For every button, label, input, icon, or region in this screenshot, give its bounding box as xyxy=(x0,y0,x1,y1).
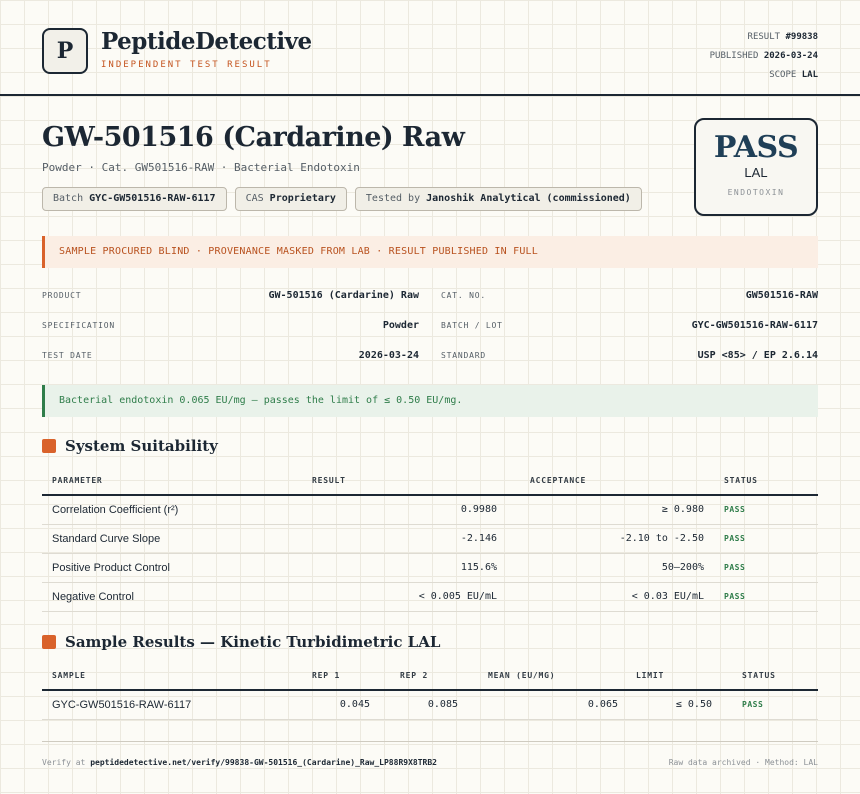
table-row: Negative Control < 0.005 EU/mL < 0.03 EU… xyxy=(42,582,818,612)
brand-logo[interactable]: P xyxy=(42,28,88,74)
section-system-suitability: System Suitability xyxy=(42,437,218,455)
table-row: GYC-GW501516-RAW-6117 0.045 0.085 0.065 … xyxy=(42,690,818,720)
table-row: Standard Curve Slope -2.146 -2.10 to -2.… xyxy=(42,524,818,554)
cas-chip: CAS Proprietary xyxy=(234,187,347,211)
info-standard: STANDARD USP <85> / EP 2.6.14 xyxy=(441,350,818,361)
page-subtitle: Powder · Cat. GW501516-RAW · Bacterial E… xyxy=(42,161,360,174)
meta-published: PUBLISHED 2026-03-24 xyxy=(709,51,818,61)
info-cat-no: CAT. NO. GW501516-RAW xyxy=(441,290,818,301)
result-summary: Bacterial endotoxin 0.065 EU/mg — passes… xyxy=(42,385,818,417)
meta-scope: SCOPE LAL xyxy=(769,70,818,80)
scope-value: LAL xyxy=(801,70,818,80)
verify-link[interactable]: peptidedetective.net/verify/99838-GW-501… xyxy=(90,758,437,767)
batch-chip: Batch GYC-GW501516-RAW-6117 xyxy=(42,187,227,211)
page-title: GW-501516 (Cardarine) Raw xyxy=(42,122,465,153)
procurement-banner: SAMPLE PROCURED BLIND · PROVENANCE MASKE… xyxy=(42,236,818,268)
verdict-scope: LAL xyxy=(744,165,768,180)
status-badge: PASS xyxy=(722,690,818,720)
info-specification: SPECIFICATION Powder xyxy=(42,320,419,331)
table-row: Positive Product Control 115.6% 50–200% … xyxy=(42,553,818,583)
page-footer: Verify at peptidedetective.net/verify/99… xyxy=(42,741,818,781)
info-product: PRODUCT GW-501516 (Cardarine) Raw xyxy=(42,290,419,301)
status-badge: PASS xyxy=(714,582,818,612)
result-meta: RESULT #99838 PUBLISHED 2026-03-24 SCOPE… xyxy=(710,28,818,85)
table-row: Correlation Coefficient (r²) 0.9980 ≥ 0.… xyxy=(42,495,818,525)
published-date: 2026-03-24 xyxy=(763,51,818,61)
section-sample-results: Sample Results — Kinetic Turbidimetric L… xyxy=(42,633,440,651)
verdict-kind: ENDOTOXIN xyxy=(727,188,785,197)
section-marker-icon xyxy=(42,439,56,453)
result-id: #99838 xyxy=(785,32,818,42)
suitability-table: PARAMETER RESULT ACCEPTANCE STATUS Corre… xyxy=(42,467,818,612)
brand-name[interactable]: PeptideDetective xyxy=(101,28,312,55)
info-batch-lot: BATCH / LOT GYC-GW501516-RAW-6117 xyxy=(441,320,818,331)
info-test-date: TEST DATE 2026-03-24 xyxy=(42,350,419,361)
product-chips: Batch GYC-GW501516-RAW-6117 CAS Propriet… xyxy=(42,187,642,211)
table-header-row: SAMPLE REP 1 REP 2 MEAN (EU/MG) LIMIT ST… xyxy=(42,662,818,691)
verdict-word: PASS xyxy=(713,130,799,165)
brand-tagline: INDEPENDENT TEST RESULT xyxy=(101,60,272,70)
verdict-stamp: PASS LAL ENDOTOXIN xyxy=(694,118,818,216)
tested-by-chip: Tested by Janoshik Analytical (commissio… xyxy=(354,187,642,211)
status-badge: PASS xyxy=(714,524,818,554)
verify-line: Verify at peptidedetective.net/verify/99… xyxy=(42,758,437,767)
sample-results-table: SAMPLE REP 1 REP 2 MEAN (EU/MG) LIMIT ST… xyxy=(42,662,818,720)
section-marker-icon xyxy=(42,635,56,649)
meta-result: RESULT #99838 xyxy=(747,32,818,42)
status-badge: PASS xyxy=(714,495,818,525)
table-header-row: PARAMETER RESULT ACCEPTANCE STATUS xyxy=(42,467,818,496)
page-header: P PeptideDetective INDEPENDENT TEST RESU… xyxy=(0,0,860,96)
archive-note: Raw data archived · Method: LAL xyxy=(668,758,818,767)
status-badge: PASS xyxy=(714,553,818,583)
